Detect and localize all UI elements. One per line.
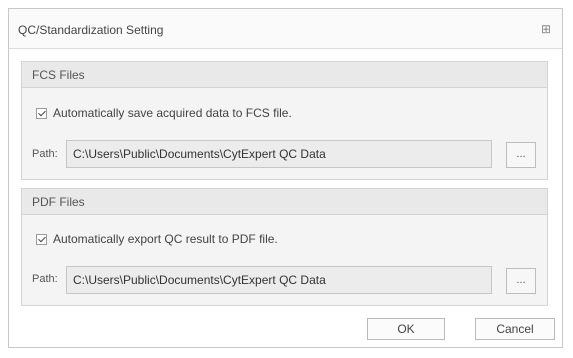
ok-button[interactable]: OK	[367, 318, 445, 340]
dialog-titlebar: QC/Standardization Setting ⊞	[9, 9, 562, 49]
pdf-files-header: PDF Files	[22, 189, 547, 215]
fcs-files-header: FCS Files	[22, 62, 547, 88]
fcs-path-field[interactable]: C:\Users\Public\Documents\CytExpert QC D…	[66, 140, 492, 168]
pdf-path-field[interactable]: C:\Users\Public\Documents\CytExpert QC D…	[66, 266, 492, 294]
fcs-path-label: Path:	[32, 148, 58, 160]
fcs-files-header-label: FCS Files	[32, 68, 85, 82]
pdf-browse-button[interactable]: ...	[506, 268, 536, 294]
pdf-path-label: Path:	[32, 273, 58, 285]
pdf-autoexport-option[interactable]: Automatically export QC result to PDF fi…	[36, 231, 278, 247]
pdf-autoexport-label[interactable]: Automatically export QC result to PDF fi…	[53, 232, 278, 246]
pdf-files-header-label: PDF Files	[32, 195, 85, 209]
pdf-files-section: PDF Files Automatically export QC result…	[21, 188, 548, 306]
fcs-browse-button[interactable]: ...	[506, 142, 536, 168]
fcs-files-section: FCS Files Automatically save acquired da…	[21, 61, 548, 180]
check-icon	[38, 234, 46, 242]
window-close-icon[interactable]: ⊞	[538, 21, 554, 37]
cancel-button[interactable]: Cancel	[475, 318, 555, 340]
check-icon	[38, 108, 46, 116]
qc-standardization-dialog: QC/Standardization Setting ⊞ FCS Files A…	[8, 8, 563, 348]
fcs-autosave-label[interactable]: Automatically save acquired data to FCS …	[53, 106, 292, 120]
fcs-autosave-checkbox[interactable]	[36, 107, 47, 119]
dialog-title: QC/Standardization Setting	[18, 23, 164, 37]
fcs-autosave-option[interactable]: Automatically save acquired data to FCS …	[36, 105, 292, 121]
pdf-autoexport-checkbox[interactable]	[36, 233, 47, 245]
